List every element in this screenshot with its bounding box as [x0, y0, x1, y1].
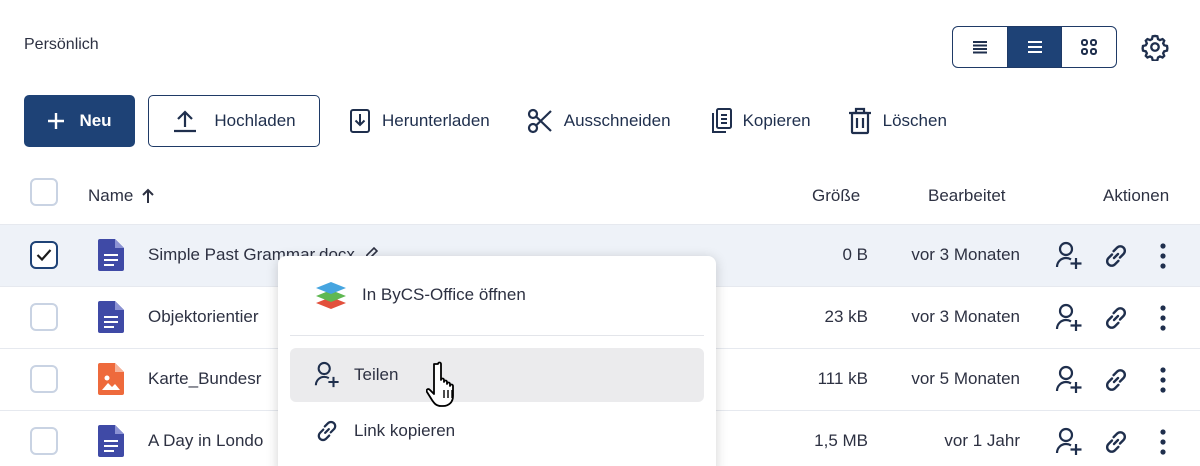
- scissors-icon: [527, 108, 552, 134]
- download-label: Herunterladen: [382, 111, 490, 130]
- plus-icon: [48, 113, 65, 129]
- size-column-header[interactable]: Größe: [812, 186, 860, 206]
- file-size: 23 kB: [824, 307, 868, 326]
- office-layers-icon: [316, 282, 346, 309]
- select-all-checkbox[interactable]: [30, 178, 58, 206]
- document-icon: [98, 301, 124, 333]
- compact-list-view-button[interactable]: [953, 27, 1008, 67]
- more-vertical-icon[interactable]: [1158, 427, 1168, 457]
- download-icon: [350, 109, 370, 133]
- file-modified: vor 5 Monaten: [911, 369, 1020, 388]
- menu-item-share[interactable]: Teilen: [290, 348, 704, 402]
- share-user-icon[interactable]: [1055, 427, 1083, 457]
- file-size: 111 kB: [817, 369, 868, 388]
- link-icon[interactable]: [1102, 241, 1130, 271]
- download-button[interactable]: Herunterladen: [348, 108, 490, 134]
- file-size: 0 B: [842, 245, 868, 264]
- table-header: Name Größe Bearbeitet Aktionen: [0, 170, 1200, 220]
- more-vertical-icon[interactable]: [1158, 241, 1168, 271]
- delete-button[interactable]: Löschen: [847, 107, 947, 135]
- view-toggle: [952, 26, 1117, 68]
- file-modified: vor 3 Monaten: [911, 245, 1020, 264]
- modified-column-header[interactable]: Bearbeitet: [928, 186, 1006, 206]
- link-icon[interactable]: [1102, 365, 1130, 395]
- link-icon[interactable]: [1102, 427, 1130, 457]
- new-button[interactable]: Neu: [24, 95, 135, 147]
- name-header-label: Name: [88, 186, 134, 205]
- grid-view-button[interactable]: [1062, 27, 1116, 67]
- copy-label: Kopieren: [742, 111, 811, 130]
- hand-cursor-icon: [426, 361, 454, 407]
- file-name[interactable]: Karte_Bundesr: [148, 369, 261, 389]
- cut-button[interactable]: Ausschneiden: [526, 107, 671, 135]
- cut-label: Ausschneiden: [563, 111, 671, 130]
- share-user-icon[interactable]: [1055, 303, 1083, 333]
- upload-button[interactable]: Hochladen: [148, 95, 320, 147]
- file-modified: vor 1 Jahr: [944, 431, 1020, 450]
- settings-button[interactable]: [1138, 30, 1172, 64]
- actions-column-header: Aktionen: [1103, 186, 1170, 205]
- menu-item-share-label: Teilen: [354, 365, 399, 384]
- name-column-header[interactable]: Name: [88, 186, 155, 206]
- arrow-up-icon: [142, 188, 155, 203]
- row-checkbox[interactable]: [30, 241, 58, 269]
- grid-icon: [1081, 39, 1098, 55]
- menu-divider: [290, 335, 704, 336]
- link-icon: [317, 420, 337, 442]
- toolbar: Neu Hochladen Herunterladen Ausschneiden…: [24, 95, 947, 147]
- compact-list-icon: [972, 41, 987, 54]
- gear-icon: [1141, 34, 1169, 61]
- image-icon: [98, 363, 124, 395]
- checkmark-icon: [36, 249, 52, 262]
- delete-label: Löschen: [882, 111, 947, 130]
- share-user-icon[interactable]: [1055, 365, 1083, 395]
- document-icon: [98, 239, 124, 271]
- upload-icon: [174, 110, 197, 133]
- copy-icon: [711, 108, 732, 133]
- more-vertical-icon[interactable]: [1158, 365, 1168, 395]
- copy-button[interactable]: Kopieren: [709, 107, 811, 135]
- document-icon: [98, 425, 124, 457]
- context-menu: In ByCS-Office öffnen Teilen Link kopier…: [278, 256, 716, 466]
- trash-icon: [848, 107, 871, 135]
- menu-item-open-office[interactable]: In ByCS-Office öffnen: [290, 268, 704, 322]
- menu-item-copy-link-label: Link kopieren: [354, 421, 456, 440]
- new-button-label: Neu: [79, 111, 112, 130]
- file-name[interactable]: A Day in Londo: [148, 431, 263, 451]
- menu-item-open-office-label: In ByCS-Office öffnen: [362, 285, 526, 304]
- file-modified: vor 3 Monaten: [911, 307, 1020, 326]
- row-checkbox[interactable]: [30, 303, 58, 331]
- row-checkbox[interactable]: [30, 365, 58, 393]
- file-name[interactable]: Objektorientier: [148, 307, 259, 327]
- list-icon: [1027, 41, 1042, 53]
- more-vertical-icon[interactable]: [1158, 303, 1168, 333]
- upload-button-label: Hochladen: [214, 111, 296, 130]
- list-view-button[interactable]: [1007, 27, 1063, 67]
- menu-item-copy-link[interactable]: Link kopieren: [290, 404, 704, 458]
- breadcrumb[interactable]: Persönlich: [24, 36, 99, 54]
- row-checkbox[interactable]: [30, 427, 58, 455]
- link-icon[interactable]: [1102, 303, 1130, 333]
- file-size: 1,5 MB: [814, 431, 868, 450]
- share-user-icon[interactable]: [1055, 241, 1083, 271]
- share-user-icon: [314, 361, 339, 388]
